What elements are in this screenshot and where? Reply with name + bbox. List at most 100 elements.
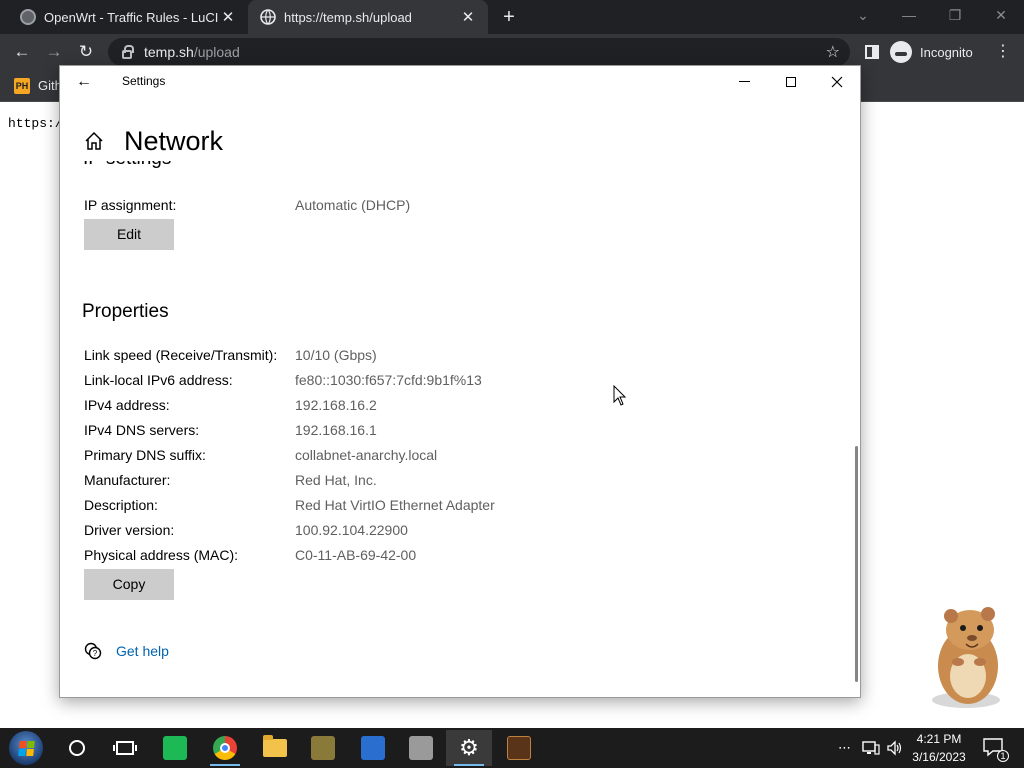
search-button[interactable] xyxy=(54,730,100,766)
back-arrow-icon[interactable]: ← xyxy=(74,72,94,92)
copy-button[interactable]: Copy xyxy=(84,569,174,600)
system-clock[interactable]: 4:21 PM 3/16/2023 xyxy=(906,730,972,766)
maximize-icon xyxy=(786,77,796,87)
dark-app-icon xyxy=(507,736,531,760)
url-path: /upload xyxy=(193,44,240,60)
taskbar-game-app[interactable] xyxy=(300,730,346,766)
incognito-icon xyxy=(890,41,912,63)
property-label: Description: xyxy=(84,497,158,513)
taskbar-settings[interactable]: ⚙ xyxy=(446,730,492,766)
svg-text:?: ? xyxy=(93,649,98,658)
edit-button[interactable]: Edit xyxy=(84,219,174,250)
profile-label: Incognito xyxy=(920,44,973,60)
volume-icon[interactable] xyxy=(886,740,904,756)
home-icon[interactable] xyxy=(84,131,104,151)
taskbar-network-app[interactable] xyxy=(350,730,396,766)
tab-temp-sh-upload[interactable]: https://temp.sh/upload ✕ xyxy=(248,0,488,34)
property-value: 192.168.16.2 xyxy=(295,397,377,413)
help-chat-icon: ? xyxy=(84,642,102,660)
window-title: Settings xyxy=(122,74,166,88)
forward-arrow-icon[interactable]: → xyxy=(42,40,66,64)
windows-logo-icon xyxy=(9,731,43,765)
taskbar: ⚙ ⋯ 4:21 PM 3/16/2023 1 xyxy=(0,728,1024,768)
address-bar[interactable]: temp.sh/upload ☆ xyxy=(108,38,850,66)
globe-icon xyxy=(260,9,276,25)
installer-app-icon xyxy=(409,736,433,760)
section-heading-properties: Properties xyxy=(82,301,169,322)
property-label: IPv4 address: xyxy=(84,397,170,413)
property-label: Manufacturer: xyxy=(84,472,171,488)
taskbar-file-explorer[interactable] xyxy=(252,730,298,766)
task-view-icon xyxy=(113,741,137,755)
maximize-button[interactable] xyxy=(768,66,814,98)
property-label: Link speed (Receive/Transmit): xyxy=(84,347,278,363)
browser-close-button[interactable]: ✕ xyxy=(978,0,1024,30)
section-heading-ip-settings: IP settings xyxy=(83,161,171,170)
settings-window: ← Settings Network IP settings IP assign… xyxy=(59,65,861,698)
page-title: Network xyxy=(124,125,224,156)
url-host: temp.sh xyxy=(144,44,194,60)
browser-minimize-button[interactable]: — xyxy=(886,0,932,30)
gear-icon: ⚙ xyxy=(459,735,479,760)
vertical-scrollbar[interactable] xyxy=(855,446,858,682)
folder-icon xyxy=(263,735,287,757)
ip-assignment-label: IP assignment: xyxy=(84,197,177,213)
taskbar-app-green[interactable] xyxy=(152,730,198,766)
close-tab-icon[interactable]: ✕ xyxy=(460,8,476,26)
property-label: Physical address (MAC): xyxy=(84,547,239,563)
chrome-menu-icon[interactable]: ⋮ xyxy=(995,38,1011,66)
search-icon xyxy=(69,740,85,756)
property-value: 100.92.104.22900 xyxy=(295,522,408,538)
hamster-mascot-image[interactable] xyxy=(918,600,1014,712)
property-label: Link-local IPv6 address: xyxy=(84,372,233,388)
taskbar-dark-app[interactable] xyxy=(496,730,542,766)
get-help-link[interactable]: Get help xyxy=(116,643,169,659)
clock-date: 3/16/2023 xyxy=(912,750,966,764)
green-app-icon xyxy=(163,736,187,760)
close-tab-icon[interactable]: ✕ xyxy=(220,8,236,26)
network-icon[interactable] xyxy=(862,740,880,756)
property-value: fe80::1030:f657:7cfd:9b1f%13 xyxy=(295,372,482,388)
ip-assignment-value: Automatic (DHCP) xyxy=(295,197,411,213)
property-label: Primary DNS suffix: xyxy=(84,447,206,463)
property-value: Red Hat, Inc. xyxy=(295,472,377,488)
new-tab-button[interactable]: + xyxy=(498,6,520,28)
page-header: Network xyxy=(84,121,223,161)
tab-title: https://temp.sh/upload xyxy=(284,9,412,25)
notification-badge: 1 xyxy=(997,750,1009,762)
clock-time: 4:21 PM xyxy=(916,732,962,746)
side-panel-icon[interactable] xyxy=(860,40,884,64)
property-label: IPv4 DNS servers: xyxy=(84,422,200,438)
property-label: Driver version: xyxy=(84,522,175,538)
property-value: collabnet-anarchy.local xyxy=(295,447,438,463)
taskbar-installer-app[interactable] xyxy=(398,730,444,766)
back-arrow-icon[interactable]: ← xyxy=(10,40,34,64)
property-value: Red Hat VirtIO Ethernet Adapter xyxy=(295,497,495,513)
page-url-text: https:/ xyxy=(8,116,63,131)
task-view-button[interactable] xyxy=(102,730,148,766)
tab-openwrt-traffic-rules[interactable]: OpenWrt - Traffic Rules - LuCI ✕ xyxy=(8,0,248,34)
get-help-row[interactable]: ? Get help xyxy=(84,639,169,663)
tray-overflow-button[interactable]: ⋯ xyxy=(838,728,851,768)
bookmark-star-icon[interactable]: ☆ xyxy=(826,42,840,62)
tab-search-chevron-icon[interactable]: ⌄ xyxy=(840,0,886,30)
lock-icon[interactable] xyxy=(122,44,134,59)
openwrt-favicon-icon xyxy=(20,9,36,25)
chrome-icon xyxy=(213,736,237,760)
reload-icon[interactable]: ↻ xyxy=(74,40,98,64)
bookmark-favicon-icon: PH xyxy=(14,78,30,94)
minimize-button[interactable] xyxy=(722,66,768,98)
property-value: 192.168.16.1 xyxy=(295,422,377,438)
start-button[interactable] xyxy=(6,730,46,766)
browser-restore-button[interactable]: ❐ xyxy=(932,0,978,30)
tab-title: OpenWrt - Traffic Rules - LuCI xyxy=(44,9,219,25)
network-app-icon xyxy=(361,736,385,760)
settings-titlebar: ← Settings xyxy=(60,66,860,98)
close-icon xyxy=(831,76,843,88)
minimize-icon xyxy=(739,81,750,82)
taskbar-chrome[interactable] xyxy=(202,730,248,766)
close-button[interactable] xyxy=(814,66,860,98)
property-value: 10/10 (Gbps) xyxy=(295,347,377,363)
incognito-profile-button[interactable]: Incognito xyxy=(890,38,986,66)
property-value: C0-11-AB-69-42-00 xyxy=(295,547,417,563)
